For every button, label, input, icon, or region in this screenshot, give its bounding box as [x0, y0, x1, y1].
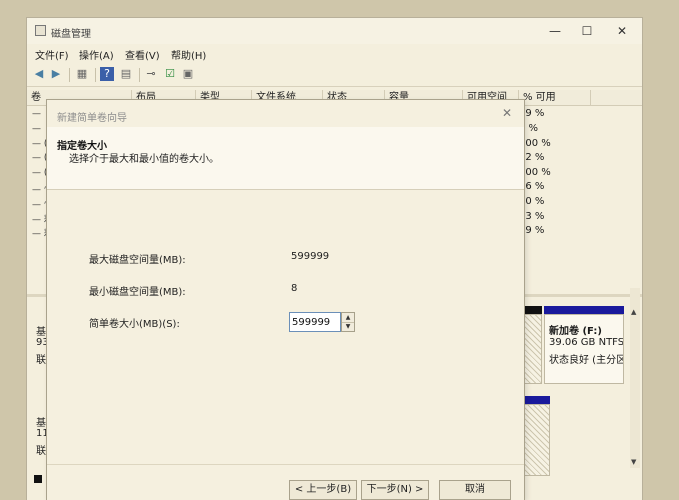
wizard-header: 指定卷大小 选择介于最大和最小值的卷大小。: [47, 127, 524, 190]
back-button[interactable]: < 上一步(B): [289, 480, 357, 500]
volume-row-marker[interactable]: — (: [32, 153, 47, 163]
back-arrow-icon[interactable]: ◀: [32, 67, 46, 81]
max-space-label: 最大磁盘空间量(MB):: [89, 255, 186, 266]
close-window-button[interactable]: ✕: [612, 22, 632, 40]
disk-status: 联: [36, 355, 46, 366]
maximize-button[interactable]: ☐: [577, 22, 597, 40]
toolbar-separator: [95, 68, 96, 82]
help-icon[interactable]: ?: [100, 67, 114, 81]
volume-size-label: 简单卷大小(MB)(S):: [89, 319, 180, 330]
window-title: 磁盘管理: [51, 29, 91, 40]
toolbar-separator: [139, 68, 140, 82]
forward-arrow-icon[interactable]: ▶: [49, 67, 63, 81]
volume-row-marker[interactable]: — (: [32, 168, 47, 178]
dialog-title: 新建简单卷向导: [57, 113, 127, 124]
partition-header: [524, 306, 542, 314]
console-tree-icon[interactable]: ▦: [75, 67, 89, 81]
new-volume-size: 39.06 GB NTFS: [549, 337, 624, 348]
check-icon[interactable]: ☑: [163, 67, 177, 81]
volume-row-marker[interactable]: —: [32, 109, 41, 119]
new-volume-name: 新加卷 (F:): [549, 326, 602, 337]
min-space-label: 最小磁盘空间量(MB):: [89, 287, 186, 298]
title-bar: 磁盘管理 — ☐ ✕: [27, 18, 642, 44]
connect-icon[interactable]: ⊸: [144, 67, 158, 81]
list-view-icon[interactable]: ▣: [181, 67, 195, 81]
disk-label: 基: [36, 418, 46, 429]
toolbar: ◀ ▶ ▦ ? ▤ ⊸ ☑ ▣: [27, 64, 642, 87]
minimize-button[interactable]: —: [545, 22, 565, 40]
partition-header: [524, 396, 550, 404]
wizard-subheading: 选择介于最大和最小值的卷大小。: [69, 154, 219, 165]
max-space-value: 599999: [291, 251, 330, 262]
volume-row-marker[interactable]: — (: [32, 139, 47, 149]
menu-action[interactable]: 操作(A): [79, 47, 114, 62]
next-button[interactable]: 下一步(N) >: [361, 480, 429, 500]
legend-unallocated-swatch: [34, 475, 42, 483]
disk-label: 基: [36, 327, 46, 338]
stepper-down-icon[interactable]: ▼: [342, 322, 354, 331]
new-volume-header: [544, 306, 624, 314]
volume-size-stepper[interactable]: ▲ ▼: [341, 312, 355, 332]
footer-divider: [47, 464, 524, 465]
scroll-down-icon[interactable]: ▼: [631, 458, 636, 466]
disk-status: 联: [36, 446, 46, 457]
cancel-button[interactable]: 取消: [439, 480, 511, 500]
partition-block[interactable]: [524, 314, 542, 384]
properties-icon[interactable]: ▤: [119, 67, 133, 81]
partition-block[interactable]: [524, 404, 550, 476]
volume-row-marker[interactable]: —: [32, 124, 41, 134]
min-space-value: 8: [291, 283, 298, 294]
column-percent-free[interactable]: % 可用: [519, 90, 591, 105]
menu-bar: 文件(F) 操作(A) 查看(V) 帮助(H): [27, 44, 642, 62]
scroll-up-icon[interactable]: ▲: [631, 308, 636, 316]
disk-management-app-icon: [35, 25, 46, 36]
new-volume-partition[interactable]: 新加卷 (F:) 39.06 GB NTFS 状态良好 (主分区: [544, 314, 624, 384]
new-simple-volume-wizard: 新建简单卷向导 ✕ 指定卷大小 选择介于最大和最小值的卷大小。 最大磁盘空间量(…: [47, 100, 524, 500]
menu-file[interactable]: 文件(F): [35, 47, 69, 62]
toolbar-separator: [69, 68, 70, 82]
menu-help[interactable]: 帮助(H): [171, 47, 206, 62]
dialog-close-button[interactable]: ✕: [502, 106, 512, 120]
new-volume-status: 状态良好 (主分区: [549, 355, 624, 366]
menu-view[interactable]: 查看(V): [125, 47, 160, 62]
volume-size-input[interactable]: 599999: [289, 312, 341, 332]
